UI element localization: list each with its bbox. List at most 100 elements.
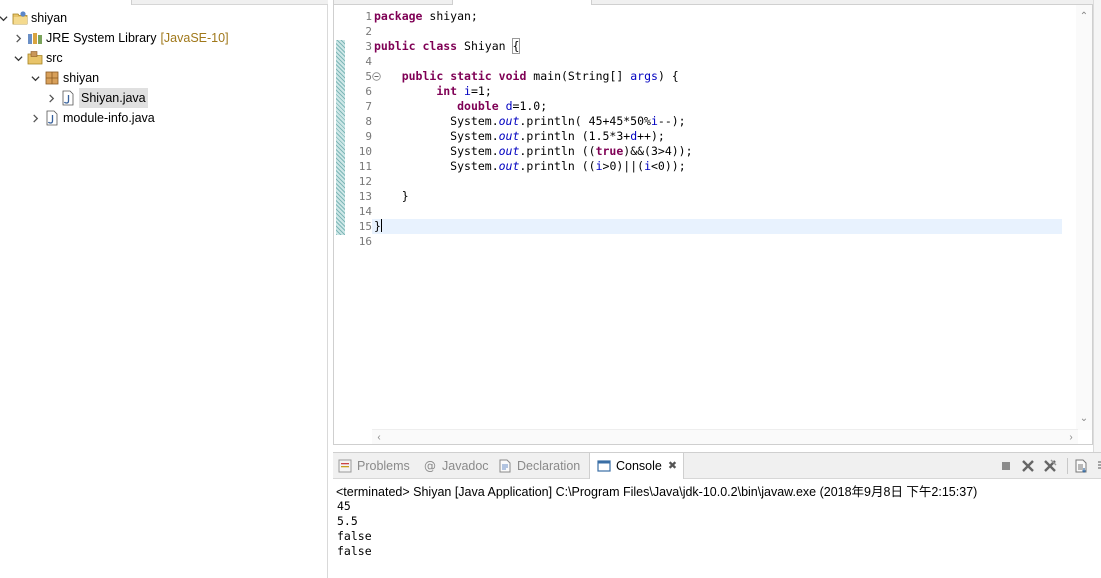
code-editor[interactable]: 1 2 3 4 5 6 7 8 9 10 11 12 13 14 15 16 package shiyan; p… bbox=[333, 0, 1094, 445]
code-token: out bbox=[498, 114, 520, 128]
code-token: args bbox=[630, 69, 658, 83]
package-explorer: shiyan JRE System Library [JavaSE-10] sr… bbox=[0, 0, 328, 578]
scroll-left-icon[interactable]: ‹ bbox=[372, 430, 386, 444]
scroll-lock-icon[interactable] bbox=[1072, 457, 1090, 475]
expand-toggle-icon[interactable] bbox=[29, 72, 41, 84]
code-token: class bbox=[422, 39, 458, 53]
code-token: public bbox=[374, 39, 416, 53]
remove-all-terminated-icon[interactable] bbox=[1041, 457, 1059, 475]
tab-problems[interactable]: Problems bbox=[337, 453, 410, 479]
tab-javadoc[interactable]: @ Javadoc bbox=[422, 453, 489, 479]
code-line: int i=1; bbox=[374, 84, 1064, 99]
code-token: { bbox=[511, 38, 521, 54]
code-token: .println( 45+45*50% bbox=[519, 114, 651, 128]
line-number: 5 bbox=[346, 69, 381, 84]
tree-item-label: shiyan bbox=[31, 11, 68, 25]
code-token: Shiyan bbox=[457, 39, 513, 53]
code-token: d bbox=[505, 99, 513, 113]
explorer-active-tab[interactable] bbox=[0, 0, 132, 5]
scroll-up-icon[interactable]: ⌃ bbox=[1077, 9, 1091, 23]
java-project-icon bbox=[12, 10, 28, 26]
scroll-down-icon[interactable]: ⌄ bbox=[1077, 411, 1091, 425]
code-line: System.out.println ((true)&&(3>4)); bbox=[374, 144, 1064, 159]
bottom-views-panel: Problems @ Javadoc Declaration Console ✖… bbox=[333, 452, 1101, 578]
collapse-toggle-icon[interactable] bbox=[12, 32, 24, 44]
code-token: <0)); bbox=[651, 159, 686, 173]
code-token: i bbox=[464, 84, 471, 98]
line-number: 4 bbox=[365, 55, 372, 68]
tree-item-label: shiyan bbox=[63, 71, 100, 85]
code-token: System. bbox=[374, 144, 499, 158]
code-token: =1; bbox=[470, 84, 492, 98]
line-number: 10 bbox=[358, 145, 372, 158]
quick-diff-marker bbox=[336, 40, 345, 235]
quick-diff-ruler bbox=[334, 5, 346, 430]
code-token: --); bbox=[657, 114, 686, 128]
package-icon bbox=[44, 70, 60, 86]
line-number: 3 bbox=[365, 40, 372, 53]
code-token: } bbox=[374, 189, 409, 203]
code-token: .println (1.5*3+ bbox=[519, 129, 631, 143]
editor-tab-strip bbox=[334, 0, 1094, 5]
console-toolbar bbox=[997, 457, 1101, 475]
console-output[interactable]: 45 5.5 false false bbox=[337, 499, 372, 559]
scroll-right-icon[interactable]: › bbox=[1064, 430, 1078, 444]
console-output-line: 45 bbox=[337, 499, 351, 513]
tree-item-src-folder[interactable]: src bbox=[12, 48, 63, 68]
code-token: void bbox=[498, 69, 527, 83]
code-token: ) { bbox=[657, 69, 679, 83]
code-token: i bbox=[650, 114, 658, 128]
code-token: } bbox=[374, 219, 381, 233]
editor-horizontal-scrollbar[interactable]: ‹ › bbox=[372, 429, 1078, 444]
console-output-line: false bbox=[337, 529, 372, 543]
code-token: out bbox=[498, 129, 520, 143]
close-icon[interactable]: ✖ bbox=[668, 453, 677, 479]
code-token: .println (( bbox=[519, 144, 596, 158]
tree-item-package[interactable]: shiyan bbox=[29, 68, 99, 88]
line-number: 14 bbox=[358, 205, 372, 218]
word-wrap-icon[interactable] bbox=[1094, 457, 1101, 475]
svg-text:@: @ bbox=[424, 459, 436, 473]
line-number: 1 bbox=[365, 10, 372, 23]
code-line: } bbox=[374, 189, 1064, 204]
code-token: double bbox=[457, 99, 499, 113]
collapse-toggle-icon[interactable] bbox=[45, 92, 57, 104]
line-number: 2 bbox=[365, 25, 372, 38]
tree-item-shiyan-java[interactable]: Shiyan.java bbox=[45, 88, 148, 108]
terminate-icon[interactable] bbox=[997, 457, 1015, 475]
code-token: static bbox=[450, 69, 492, 83]
collapse-toggle-icon[interactable] bbox=[29, 112, 41, 124]
java-file-icon bbox=[60, 90, 76, 106]
code-token: =1.0; bbox=[512, 99, 548, 113]
code-text-area[interactable]: package shiyan; public class Shiyan { pub… bbox=[372, 9, 1064, 249]
code-line: package shiyan; bbox=[374, 9, 1064, 24]
editor-tab-shiyan-java[interactable] bbox=[452, 0, 592, 5]
editor-vertical-scrollbar[interactable]: ⌃ ⌄ bbox=[1076, 5, 1092, 430]
remove-launch-icon[interactable] bbox=[1019, 457, 1037, 475]
library-icon bbox=[27, 30, 43, 46]
line-number: 15 bbox=[358, 220, 372, 233]
tab-declaration[interactable]: Declaration bbox=[497, 453, 580, 479]
line-number: 12 bbox=[358, 175, 372, 188]
expand-toggle-icon[interactable] bbox=[0, 12, 9, 24]
line-number: 11 bbox=[358, 160, 372, 173]
tree-item-jre-library[interactable]: JRE System Library [JavaSE-10] bbox=[12, 28, 229, 48]
code-token: out bbox=[498, 159, 520, 173]
tab-console[interactable]: Console ✖ bbox=[589, 453, 685, 479]
tree-item-module-info[interactable]: module-info.java bbox=[29, 108, 155, 128]
code-line: System.out.println (1.5*3+d++); bbox=[374, 129, 1064, 144]
expand-toggle-icon[interactable] bbox=[12, 52, 24, 64]
line-number: 9 bbox=[365, 130, 372, 143]
tree-item-project[interactable]: shiyan bbox=[0, 8, 67, 28]
code-line: System.out.println ((i>0)||(i<0)); bbox=[374, 159, 1064, 174]
console-output-line: false bbox=[337, 544, 372, 558]
explorer-tab-strip bbox=[0, 0, 328, 5]
code-line: public class Shiyan { bbox=[374, 38, 1064, 54]
